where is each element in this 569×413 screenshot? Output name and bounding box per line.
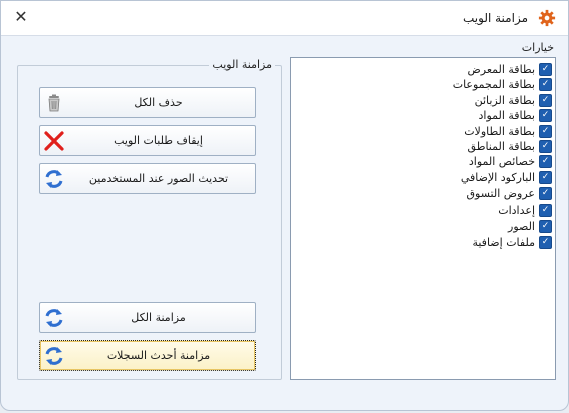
sync-all-label: مزامنة الكل bbox=[131, 311, 186, 324]
update-images-button[interactable]: تحديث الصور عند المستخدمين bbox=[39, 163, 256, 194]
option-regions-card[interactable]: ✓ بطاقة المناطق bbox=[468, 139, 552, 154]
delete-all-button[interactable]: حذف الكل bbox=[39, 87, 256, 118]
window-title: مزامنة الويب bbox=[463, 11, 528, 25]
checkbox-checked-icon[interactable]: ✓ bbox=[539, 204, 552, 217]
option-extra-files[interactable]: ✓ ملفات إضافية bbox=[472, 235, 552, 250]
option-groups-card[interactable]: ✓ بطاقة المجموعات bbox=[453, 77, 552, 92]
checkbox-checked-icon[interactable]: ✓ bbox=[539, 109, 552, 122]
option-images[interactable]: ✓ الصور bbox=[508, 219, 552, 234]
option-materials-card[interactable]: ✓ بطاقة المواد bbox=[479, 108, 552, 123]
sync-latest-records-button[interactable]: مزامنة أحدث السجلات bbox=[39, 340, 256, 371]
update-images-label: تحديث الصور عند المستخدمين bbox=[88, 172, 229, 185]
checkbox-checked-icon[interactable]: ✓ bbox=[539, 125, 552, 138]
stop-web-orders-label: إيقاف طلبات الويب bbox=[114, 134, 203, 147]
trash-icon bbox=[48, 94, 60, 112]
close-icon[interactable]: ✕ bbox=[11, 7, 31, 27]
options-list: ✓ بطاقة المعرض ✓ بطاقة المجموعات ✓ بطاقة… bbox=[290, 57, 556, 380]
checkbox-checked-icon[interactable]: ✓ bbox=[539, 171, 552, 184]
refresh-icon bbox=[45, 170, 63, 188]
sync-group-title: مزامنة الويب bbox=[209, 58, 275, 71]
option-extra-barcode[interactable]: ✓ الباركود الإضافي bbox=[461, 170, 552, 185]
sync-latest-records-label: مزامنة أحدث السجلات bbox=[106, 349, 211, 362]
delete-all-label: حذف الكل bbox=[134, 96, 183, 109]
checkbox-checked-icon[interactable]: ✓ bbox=[539, 63, 552, 76]
option-shopping-offers[interactable]: ✓ عروض التسوق bbox=[467, 186, 552, 201]
option-material-properties[interactable]: ✓ خصائص المواد bbox=[469, 154, 552, 169]
checkbox-checked-icon[interactable]: ✓ bbox=[539, 140, 552, 153]
sync-all-button[interactable]: مزامنة الكل bbox=[39, 302, 256, 333]
checkbox-checked-icon[interactable]: ✓ bbox=[539, 155, 552, 168]
checkbox-checked-icon[interactable]: ✓ bbox=[539, 78, 552, 91]
stop-web-orders-button[interactable]: إيقاف طلبات الويب bbox=[39, 125, 256, 156]
checkbox-checked-icon[interactable]: ✓ bbox=[539, 187, 552, 200]
option-customers-card[interactable]: ✓ بطاقة الزبائن bbox=[475, 93, 552, 108]
option-settings[interactable]: ✓ إعدادات bbox=[498, 203, 552, 218]
title-bar: مزامنة الويب ✕ bbox=[1, 1, 568, 36]
checkbox-checked-icon[interactable]: ✓ bbox=[539, 236, 552, 249]
checkbox-checked-icon[interactable]: ✓ bbox=[539, 220, 552, 233]
web-sync-dialog: مزامنة الويب ✕ خيارات ✓ بطاقة المعرض ✓ ب… bbox=[0, 0, 569, 411]
option-gallery-card[interactable]: ✓ بطاقة المعرض bbox=[467, 62, 552, 77]
checkbox-checked-icon[interactable]: ✓ bbox=[539, 94, 552, 107]
options-label: خيارات bbox=[521, 41, 554, 54]
red-x-icon bbox=[44, 131, 64, 151]
gear-icon bbox=[538, 9, 556, 27]
option-tables-card[interactable]: ✓ بطاقة الطاولات bbox=[464, 124, 552, 139]
refresh-icon bbox=[45, 347, 63, 365]
refresh-icon bbox=[45, 309, 63, 327]
